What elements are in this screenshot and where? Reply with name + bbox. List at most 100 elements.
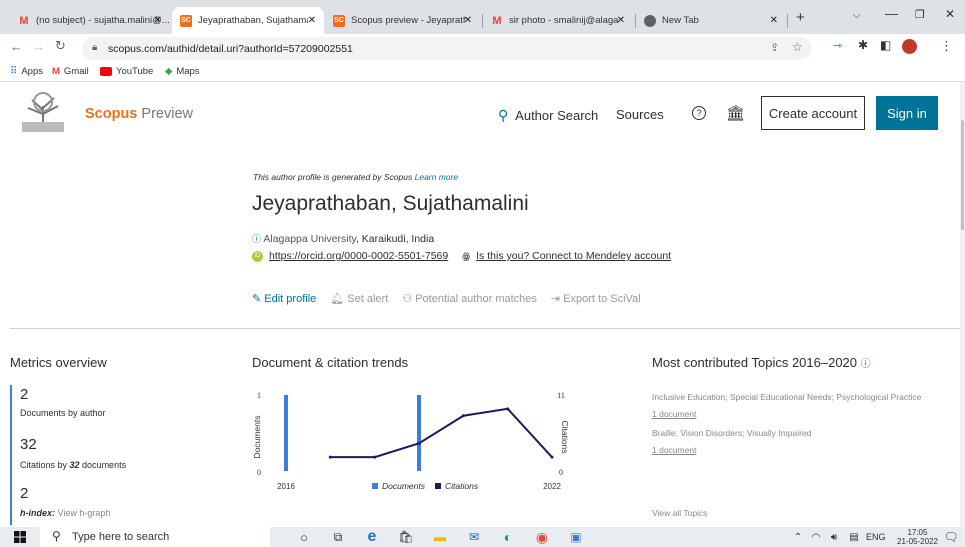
affiliation-link[interactable]: Alagappa University <box>263 233 356 245</box>
bookmark-youtube[interactable]: YouTube <box>100 66 153 77</box>
tab-label: (no subject) - sujatha.malini@... <box>36 15 170 26</box>
tab-gmail-no-subject[interactable]: M (no subject) - sujatha.malini@... ✕ <box>10 7 170 34</box>
institution-icon[interactable]: 🏛︎ <box>726 104 745 122</box>
cortana-icon[interactable]: ○ <box>296 529 312 545</box>
menu-dots-icon[interactable]: ⋮ <box>940 38 953 54</box>
new-tab-plus-icon[interactable]: + <box>796 9 805 26</box>
x-end-tick: 2022 <box>543 482 561 491</box>
profile-avatar-icon[interactable] <box>902 39 917 54</box>
restore-icon[interactable]: ❐ <box>915 8 925 21</box>
documents-bar <box>284 395 288 471</box>
topic-item[interactable]: Braille; Vision Disorders; Visually Impa… <box>652 428 811 455</box>
tab-label: Jeyaprathaban, Sujathamalini <box>198 15 308 26</box>
extensions-puzzle-icon[interactable]: ✱ <box>858 38 868 52</box>
task-view-icon[interactable]: ⧉ <box>330 529 346 545</box>
reload-icon[interactable]: ↻ <box>55 38 66 54</box>
volume-icon[interactable]: 🔊︎ <box>826 529 842 545</box>
clock-time: 17:05 <box>907 528 928 537</box>
minimize-icon[interactable]: — <box>885 6 898 21</box>
topic-count-link[interactable]: 1 document <box>652 445 811 455</box>
legend-citations-swatch <box>435 483 441 489</box>
edge-legacy-icon[interactable]: e <box>364 528 380 545</box>
citations-point <box>506 407 510 411</box>
scrollbar-thumb[interactable] <box>961 120 964 230</box>
mendeley-link[interactable]: Is this you? Connect to Mendeley account <box>476 250 671 262</box>
taskbar-search-input[interactable]: ⚲ Type here to search <box>40 527 270 547</box>
legend-citations: Citations <box>445 481 479 491</box>
bookmark-apps[interactable]: ⠿ Apps <box>10 66 43 77</box>
windows-start-icon[interactable] <box>12 529 28 545</box>
file-explorer-icon[interactable]: ▬ <box>432 529 448 545</box>
close-icon[interactable]: ✕ <box>464 15 472 26</box>
bookmark-maps[interactable]: ◆ Maps <box>165 66 200 77</box>
create-account-button[interactable]: Create account <box>761 96 865 130</box>
share-icon[interactable]: ⇪ <box>770 41 779 54</box>
address-bar: ← → ↻ 🔒︎ scopus.com/authid/detail.uri?au… <box>0 34 965 62</box>
help-icon[interactable]: ? <box>692 106 706 120</box>
close-icon[interactable]: ✕ <box>308 15 316 26</box>
edge-icon[interactable]: ◐ <box>500 529 516 545</box>
orcid-link[interactable]: https://orcid.org/0000-0002-5501-7569 <box>269 250 448 262</box>
close-icon[interactable]: ✕ <box>617 15 625 26</box>
view-all-topics-link[interactable]: View all Topics <box>652 508 707 518</box>
bookmark-gmail[interactable]: M Gmail <box>52 66 89 77</box>
topics-title: Most contributed Topics 2016–2020 ⓘ <box>652 355 871 370</box>
y-left-axis-label: Documents <box>252 416 262 459</box>
back-arrow-icon[interactable]: ← <box>10 39 23 54</box>
set-alert-action[interactable]: 🔔︎ Set alert <box>330 292 388 305</box>
sources-link[interactable]: Sources <box>616 107 664 122</box>
author-search-link[interactable]: ⚲ Author Search <box>498 107 598 124</box>
metrics-bar <box>10 385 12 525</box>
citations-label: Citations by 32 documents <box>20 460 127 470</box>
edit-profile-action[interactable]: ✎ Edit profile <box>252 292 316 305</box>
orcid-line: iD https://orcid.org/0000-0002-5501-7569… <box>252 250 671 262</box>
sign-in-button[interactable]: Sign in <box>876 96 938 130</box>
legend-documents-swatch <box>372 483 378 489</box>
tab-gmail-sir-photo[interactable]: M sir photo - smalinij@alagapp... ✕ <box>483 7 633 34</box>
documents-label: Documents by author <box>20 408 106 418</box>
url-input[interactable]: 🔒︎ scopus.com/authid/detail.uri?authorId… <box>82 37 812 60</box>
tab-new-tab[interactable]: New Tab ✕ <box>636 7 786 34</box>
topic-count-link[interactable]: 1 document <box>652 409 921 419</box>
bookmark-star-icon[interactable]: ☆ <box>792 40 803 54</box>
sidepanel-icon[interactable]: ◧ <box>880 38 891 52</box>
tab-scopus-profile[interactable]: SC Jeyaprathaban, Sujathamalini ✕ <box>172 7 324 34</box>
topic-item[interactable]: Inclusive Education; Special Educational… <box>652 392 921 419</box>
chrome-icon[interactable]: ◉ <box>534 529 550 545</box>
display-icon[interactable]: ▤ <box>846 529 862 545</box>
network-icon[interactable]: ◠ <box>808 529 824 545</box>
export-scival-action[interactable]: ⇥ Export to SciVal <box>551 292 641 305</box>
documents-count[interactable]: 2 <box>20 386 28 403</box>
info-icon: ⓘ <box>252 234 262 244</box>
tray-chevron-up-icon[interactable]: ⌃ <box>790 529 806 545</box>
author-matches-action[interactable]: ⚇ Potential author matches <box>402 292 537 305</box>
tab-scopus-preview[interactable]: SC Scopus preview - Jeyaprathal... ✕ <box>325 7 480 34</box>
learn-more-link[interactable]: Learn more <box>415 172 458 182</box>
elsevier-logo-icon[interactable] <box>20 92 66 134</box>
x-start-tick: 2016 <box>277 482 295 491</box>
forward-arrow-icon[interactable]: → <box>32 39 45 54</box>
close-icon[interactable]: ✕ <box>770 15 778 26</box>
pencil-icon: ✎ <box>252 293 262 305</box>
language-indicator[interactable]: ENG <box>866 532 886 542</box>
extension-arrow-icon[interactable]: ⇾ <box>833 39 842 52</box>
store-icon[interactable]: 🛍︎ <box>398 529 414 545</box>
info-icon[interactable]: ⓘ <box>861 359 871 370</box>
browser-tab-bar: M (no subject) - sujatha.malini@... ✕ SC… <box>0 0 965 34</box>
window-close-icon[interactable]: ✕ <box>945 7 955 21</box>
view-h-graph-link[interactable]: View h-graph <box>58 508 111 518</box>
close-icon[interactable]: ✕ <box>154 15 162 26</box>
scopus-brand[interactable]: Scopus Preview <box>85 106 193 122</box>
tab-search-chevron-icon[interactable]: ⌵ <box>853 10 861 21</box>
topic-name: Inclusive Education; Special Educational… <box>652 392 922 402</box>
citations-count[interactable]: 32 <box>20 436 37 453</box>
url-text: scopus.com/authid/detail.uri?authorId=57… <box>108 42 353 55</box>
notifications-icon[interactable]: 🗨︎ <box>943 529 959 545</box>
citations-point <box>328 455 332 459</box>
clock[interactable]: 17:05 21-05-2022 <box>897 528 938 546</box>
citation-trend-chart: 1 0 11 0 Documents Citations 2016 2022 <box>252 391 570 491</box>
mail-icon[interactable]: ✉ <box>466 529 482 545</box>
y-right-tick-bottom: 0 <box>559 468 563 477</box>
clock-date: 21-05-2022 <box>897 537 938 546</box>
photos-app-icon[interactable]: ▣ <box>568 529 584 545</box>
